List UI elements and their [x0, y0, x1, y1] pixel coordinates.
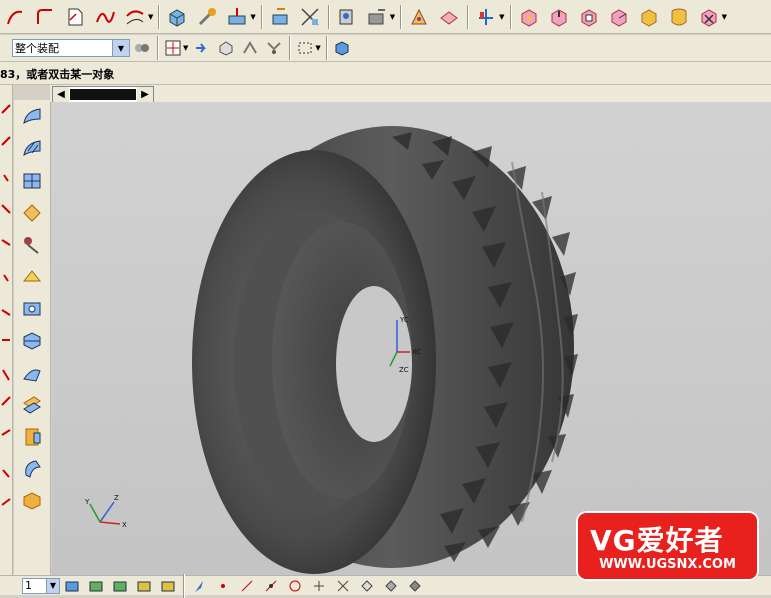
arrow-select-icon[interactable]	[191, 37, 213, 59]
partial-tool-icon	[1, 104, 11, 506]
trim-body-icon[interactable]	[18, 455, 46, 483]
toolbar-separator	[325, 36, 327, 60]
intersection-icon[interactable]	[332, 575, 354, 597]
main-toolbar: ▼ ▼ ▼ ▼ ▼	[0, 0, 771, 34]
wcs-icon[interactable]	[472, 3, 500, 31]
toolbar-separator	[327, 4, 329, 29]
layer-settings-icon[interactable]	[61, 575, 83, 597]
toolbar-separator	[400, 4, 402, 29]
assembly-scope-value: 整个装配	[15, 42, 59, 55]
midpoint-icon[interactable]	[260, 575, 282, 597]
copy-to-layer-icon[interactable]	[109, 575, 131, 597]
toolbar-separator	[157, 36, 158, 60]
center-icon[interactable]	[284, 575, 306, 597]
dropdown-arrow-icon[interactable]: ▼	[315, 44, 320, 52]
axis-label-zc: ZC	[399, 366, 409, 374]
thicken-icon[interactable]	[18, 423, 46, 451]
point-icon[interactable]	[212, 575, 234, 597]
chevron-down-icon[interactable]: ▼	[112, 40, 129, 56]
watermark-title: VG爱好者	[590, 524, 724, 557]
view-top-icon[interactable]	[545, 3, 573, 31]
curve-icon[interactable]	[1, 3, 29, 31]
analysis-icon[interactable]	[333, 3, 361, 31]
filter-icon[interactable]	[131, 37, 153, 59]
feature-toolbar	[14, 100, 51, 575]
layer-value: 1	[25, 579, 32, 592]
toolbar-separator	[509, 4, 511, 29]
snap-vertex-icon[interactable]	[404, 575, 426, 597]
quadrant-icon[interactable]	[308, 575, 330, 597]
toolbar-separator	[158, 4, 160, 29]
tools-icon[interactable]	[193, 3, 221, 31]
view-iso-icon[interactable]	[635, 3, 663, 31]
offset-surface-icon[interactable]	[18, 391, 46, 419]
move-to-layer-icon[interactable]	[85, 575, 107, 597]
solid-select-icon[interactable]	[215, 37, 237, 59]
snap-face-icon[interactable]	[356, 575, 378, 597]
measure-icon[interactable]	[363, 3, 391, 31]
layer-select[interactable]: 1 ▼	[22, 577, 60, 594]
snap-point-icon[interactable]	[162, 37, 184, 59]
assembly-toolbar: 整个装配 ▼ ▼ ▼	[0, 35, 771, 62]
scroll-right-icon[interactable]: ▶	[137, 87, 153, 102]
transform-icon[interactable]	[296, 3, 324, 31]
sketch-curve-icon[interactable]	[121, 3, 149, 31]
view-trimetric-icon[interactable]	[695, 3, 723, 31]
layer-icon[interactable]	[435, 3, 463, 31]
face-select-icon[interactable]	[239, 37, 261, 59]
axis-label-xc: XC	[412, 348, 421, 356]
horizontal-scrollbar[interactable]: ◀ ▶	[52, 86, 154, 103]
solid-block-icon[interactable]	[18, 487, 46, 515]
endpoint-icon[interactable]	[236, 575, 258, 597]
spline-icon[interactable]	[91, 3, 119, 31]
component-cube-icon[interactable]	[331, 37, 353, 59]
status-message: 83，或者双击某一对象	[0, 68, 115, 81]
bridge-surface-icon[interactable]	[18, 295, 46, 323]
select-pointer-icon[interactable]	[188, 575, 210, 597]
layer-visible-icon[interactable]	[133, 575, 155, 597]
status-bar: 83，或者双击某一对象	[0, 62, 771, 85]
surface-icon[interactable]	[18, 103, 46, 131]
rectangle-select-icon[interactable]	[294, 37, 316, 59]
toolbar-separator	[289, 36, 291, 60]
document-icon[interactable]	[61, 3, 89, 31]
section-surface-icon[interactable]	[18, 263, 46, 291]
dropdown-arrow-icon[interactable]: ▼	[183, 44, 188, 52]
move-component-icon[interactable]	[266, 3, 294, 31]
layer-category-icon[interactable]	[157, 575, 179, 597]
tab-scroll-strip: ◀ ▶	[50, 85, 771, 103]
view-right-icon[interactable]	[575, 3, 603, 31]
assembly-scope-select[interactable]: 整个装配 ▼	[12, 39, 130, 57]
triad-label-x: X	[122, 521, 127, 529]
ruled-surface-icon[interactable]	[18, 135, 46, 163]
rim-opening	[336, 286, 412, 442]
toolbar-separator	[260, 4, 262, 29]
snap-edge-icon[interactable]	[380, 575, 402, 597]
triad-label-y: Y	[84, 498, 90, 506]
assembly-icon[interactable]	[223, 3, 251, 31]
triad-label-z: Z	[114, 494, 119, 502]
scrollbar-thumb[interactable]	[70, 89, 136, 100]
view-left-icon[interactable]	[605, 3, 633, 31]
sweep-icon[interactable]	[18, 199, 46, 227]
watermark-logo: VG爱好者 WWW.UGSNX.COM	[576, 511, 759, 581]
edge-select-icon[interactable]	[263, 37, 285, 59]
view-front-icon[interactable]	[515, 3, 543, 31]
fillet-curve-icon[interactable]	[31, 3, 59, 31]
graphics-viewport[interactable]: YC XC ZC Z Y X	[52, 102, 771, 575]
scroll-left-icon[interactable]: ◀	[53, 87, 69, 102]
mesh-surface-icon[interactable]	[18, 167, 46, 195]
left-edge-toolbar	[0, 85, 13, 575]
tire-model: YC XC ZC Z Y X	[52, 102, 771, 575]
orient-view-icon[interactable]	[405, 3, 433, 31]
view-cylinder-icon[interactable]	[665, 3, 693, 31]
swept-tools-icon[interactable]	[18, 231, 46, 259]
chevron-down-icon[interactable]: ▼	[46, 578, 59, 593]
nsided-surface-icon[interactable]	[18, 327, 46, 355]
toolbar-separator	[467, 4, 469, 29]
extension-icon[interactable]	[18, 359, 46, 387]
axis-label-yc: YC	[399, 316, 409, 324]
watermark-url: WWW.UGSNX.COM	[599, 557, 736, 572]
part-box-icon[interactable]	[163, 3, 191, 31]
